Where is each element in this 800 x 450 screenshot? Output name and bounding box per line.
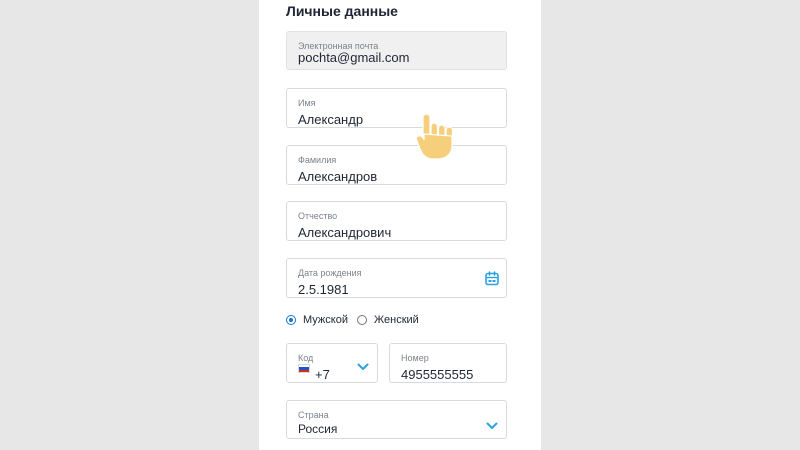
country-value: Россия	[298, 422, 338, 436]
last-name-field[interactable]: Фамилия Александров	[286, 145, 507, 185]
gender-male-radio[interactable]	[286, 315, 296, 325]
patronymic-value: Александрович	[298, 225, 392, 240]
phone-number-label: Номер	[401, 353, 429, 363]
patronymic-label: Отчество	[298, 211, 338, 221]
email-value: pochta@gmail.com	[298, 50, 410, 65]
email-field: Электронная почта pochta@gmail.com	[286, 31, 507, 70]
gender-female-radio[interactable]	[357, 315, 367, 325]
birth-date-value: 2.5.1981	[298, 282, 349, 297]
phone-number-field[interactable]: Номер 4955555555	[389, 343, 507, 383]
first-name-field[interactable]: Имя Александр	[286, 88, 507, 128]
first-name-value: Александр	[298, 112, 364, 127]
gender-female-label[interactable]: Женский	[374, 314, 419, 326]
last-name-value: Александров	[298, 169, 378, 184]
phone-number-value: 4955555555	[401, 367, 474, 382]
chevron-down-icon[interactable]	[357, 358, 369, 376]
phone-code-value: +7	[315, 367, 330, 382]
first-name-label: Имя	[298, 98, 316, 108]
country-select[interactable]: Страна Россия	[286, 400, 507, 439]
country-label: Страна	[298, 410, 329, 420]
patronymic-field[interactable]: Отчество Александрович	[286, 201, 507, 241]
chevron-down-icon[interactable]	[486, 417, 498, 435]
gender-male-label[interactable]: Мужской	[303, 314, 348, 326]
last-name-label: Фамилия	[298, 155, 337, 165]
phone-code-select[interactable]: Код +7	[286, 343, 378, 383]
birth-date-field[interactable]: Дата рождения 2.5.1981	[286, 258, 507, 298]
calendar-icon[interactable]	[485, 271, 499, 291]
pointer-hand-icon	[414, 112, 460, 167]
russia-flag-icon	[298, 364, 310, 373]
section-title: Личные данные	[286, 3, 398, 19]
birth-date-label: Дата рождения	[298, 268, 362, 278]
gender-radio-group: Мужской Женский	[286, 314, 507, 328]
phone-code-label: Код	[298, 353, 314, 363]
